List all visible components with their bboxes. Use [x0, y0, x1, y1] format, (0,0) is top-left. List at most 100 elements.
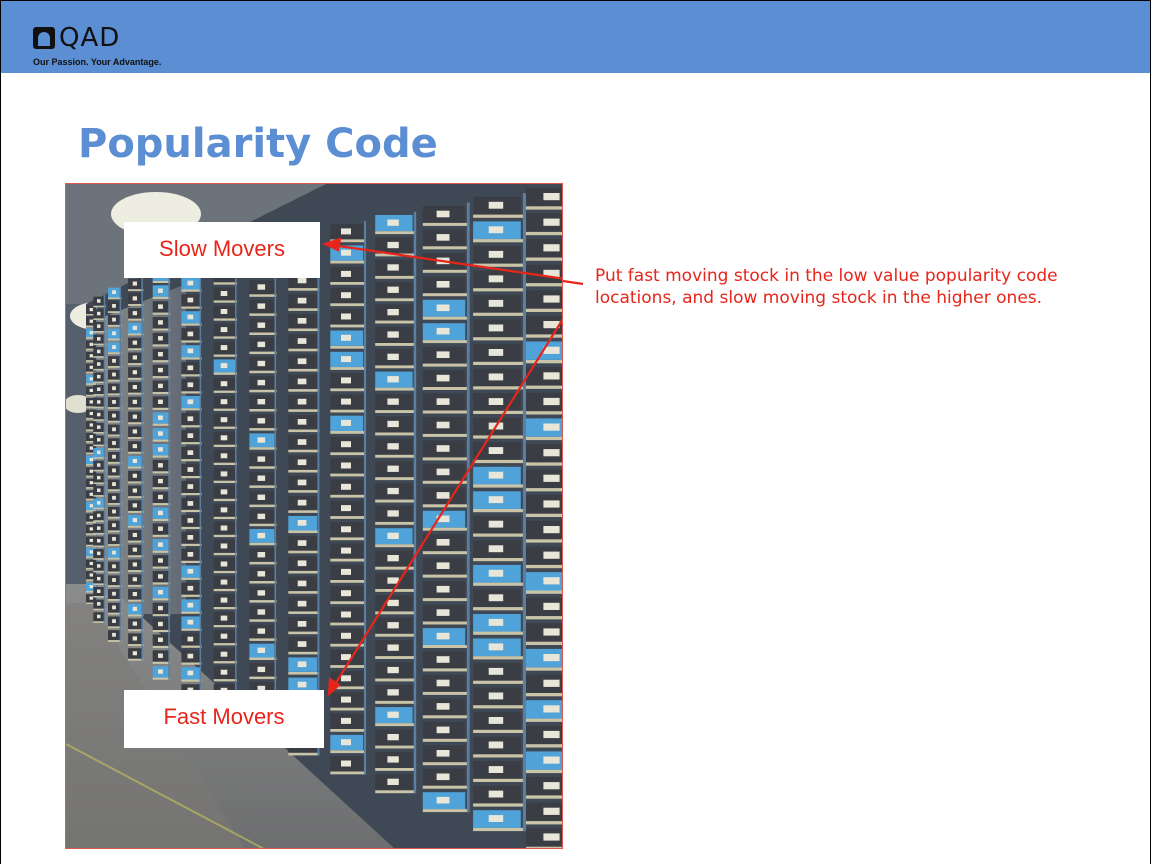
bin-label	[158, 478, 163, 484]
shelf-edge	[249, 619, 277, 622]
bin-label	[297, 520, 307, 526]
bin-label	[543, 244, 560, 252]
bin-label	[297, 499, 307, 506]
bin-label	[436, 468, 450, 476]
bin-label	[257, 418, 266, 424]
bin-label	[89, 527, 93, 531]
shelf-edge	[288, 288, 320, 291]
bin-label	[543, 654, 560, 662]
shelf-edge	[375, 298, 416, 302]
bin-label	[187, 602, 194, 608]
shelf-edge	[526, 513, 562, 517]
shelf-edge	[526, 488, 562, 492]
bin-label	[112, 509, 116, 514]
shelf-post	[141, 276, 143, 661]
bin-label	[112, 591, 116, 596]
shelf-edge	[473, 459, 525, 464]
shelf-edge	[526, 769, 562, 774]
shelf-edge	[152, 677, 171, 680]
bin-label	[97, 337, 101, 341]
bin-label	[97, 450, 101, 455]
shelf-edge	[128, 570, 144, 572]
bin-label	[158, 431, 163, 436]
shelf-post	[168, 267, 170, 680]
bin-label	[132, 281, 137, 286]
bin-label	[220, 579, 228, 585]
bin-label	[488, 692, 504, 700]
shelf-edge	[473, 337, 525, 341]
bin-label	[297, 560, 307, 567]
bin-label	[97, 324, 101, 328]
shelf-edge	[108, 503, 122, 505]
shelf-post	[199, 257, 202, 699]
shelf-edge	[526, 462, 562, 466]
shelf-edge	[526, 693, 562, 697]
bin-label	[387, 353, 399, 360]
bin-label	[257, 456, 266, 462]
bin-label	[112, 290, 116, 295]
bin-label	[488, 201, 504, 209]
bin-label	[97, 299, 101, 303]
bin-label	[436, 281, 450, 288]
bin-label	[158, 526, 163, 531]
bin-label	[387, 309, 399, 316]
bin-label	[257, 475, 266, 481]
shelf-edge	[422, 809, 469, 813]
bin-label	[436, 304, 450, 312]
bin-label	[158, 447, 163, 452]
shelf-edge	[213, 354, 238, 357]
shelf-post	[413, 211, 417, 794]
bin-label	[488, 226, 504, 234]
shelf-edge	[330, 707, 366, 711]
bin-label	[387, 398, 399, 405]
shelf-edge	[213, 408, 238, 411]
bin-label	[158, 383, 163, 389]
bin-label	[387, 734, 399, 741]
bin-label	[187, 331, 194, 337]
shelf-edge	[422, 410, 469, 414]
shelf-post	[466, 202, 470, 813]
bin-label	[257, 609, 266, 615]
shelf-edge	[181, 459, 202, 462]
bin-label	[89, 573, 93, 577]
bin-label	[112, 523, 116, 528]
shelf-edge	[249, 389, 277, 393]
shelf-edge	[108, 311, 122, 313]
bin-label	[436, 632, 450, 640]
shelf-edge	[181, 645, 202, 648]
bin-label	[387, 286, 399, 293]
bin-label	[158, 542, 163, 547]
shelf-edge	[375, 768, 416, 771]
header-bar: QAD Our Passion. Your Advantage.	[1, 1, 1150, 73]
shelf-edge	[422, 222, 469, 226]
bin-label	[387, 264, 399, 271]
bin-label	[132, 547, 137, 552]
bin-label	[543, 500, 560, 508]
bin-label	[257, 628, 266, 634]
bin-label	[220, 453, 228, 459]
bin-label	[436, 679, 450, 687]
shelf-edge	[473, 803, 525, 807]
shelf-edge	[375, 275, 416, 279]
shelf-edge	[213, 588, 238, 592]
shelf-edge	[330, 622, 366, 626]
bin-label	[436, 374, 450, 382]
shelf-edge	[330, 367, 366, 370]
bin-label	[488, 324, 504, 332]
bin-label	[187, 416, 194, 422]
bin-label	[132, 340, 137, 345]
bin-label	[257, 399, 266, 405]
bin-label	[132, 488, 137, 493]
bin-label	[132, 532, 137, 537]
shelf-edge	[288, 409, 320, 412]
shelf-edge	[181, 323, 202, 326]
shelf-edge	[181, 594, 202, 597]
bin-label	[387, 599, 399, 607]
bin-label	[112, 427, 116, 432]
shelf-edge	[526, 283, 562, 287]
bin-label	[543, 372, 560, 380]
shelf-edge	[330, 580, 366, 583]
shelf-edge	[288, 651, 320, 655]
bin-label	[543, 397, 560, 406]
shelf-edge	[152, 471, 171, 474]
